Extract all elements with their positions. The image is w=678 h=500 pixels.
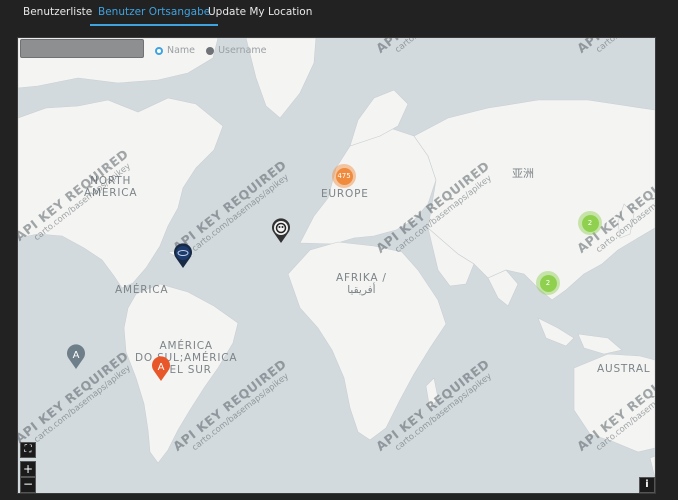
map-land: [18, 38, 655, 479]
radio-name-indicator[interactable]: [155, 46, 163, 55]
label-africa: AFRIKA / أفريقيا: [336, 272, 387, 296]
tab-benutzerliste[interactable]: Benutzerliste: [23, 0, 92, 24]
radio-username-indicator[interactable]: [206, 46, 215, 55]
marker-cluster-east-asia[interactable]: 2: [578, 211, 602, 235]
zoom-in-button[interactable]: +: [20, 461, 36, 477]
label-asia: 亚洲: [512, 167, 534, 180]
marker-cluster-southeast-asia[interactable]: 2: [536, 271, 560, 295]
user-location-pin-avatar[interactable]: [173, 243, 193, 269]
zoom-out-button[interactable]: −: [20, 477, 36, 493]
user-location-marker-letter: A: [158, 362, 165, 373]
radio-username-label: Username: [218, 45, 267, 56]
search-input[interactable]: [20, 39, 144, 58]
radio-username[interactable]: Username: [206, 45, 267, 56]
search-mode-radio-group: Name Username: [155, 45, 275, 57]
world-map[interactable]: Name Username NORTH AMERICA EUROPE 亚洲 AF…: [17, 37, 656, 494]
tab-benutzer-ortsangabe[interactable]: Benutzer Ortsangabe: [90, 0, 219, 26]
marker-cluster-europe[interactable]: 475: [332, 164, 356, 188]
user-location-marker[interactable]: A: [66, 344, 86, 370]
user-location-pin-avatar[interactable]: [271, 218, 291, 244]
label-america: AMÉRICA: [115, 284, 169, 296]
tab-update-my-location[interactable]: Update My Location: [208, 0, 312, 24]
attribution-info-button[interactable]: i: [639, 477, 655, 493]
user-location-marker[interactable]: A: [151, 356, 171, 382]
radio-name-label: Name: [167, 45, 196, 56]
label-australia: AUSTRAL: [597, 363, 651, 375]
label-europe: EUROPE: [321, 188, 369, 200]
fullscreen-button[interactable]: ⛶: [20, 442, 36, 458]
radio-name[interactable]: Name: [155, 45, 195, 56]
user-location-marker-letter: A: [73, 350, 80, 361]
marker-cluster-europe-count: 475: [335, 167, 353, 185]
marker-cluster-southeast-asia-count: 2: [539, 274, 557, 292]
tab-bar: Benutzerliste Benutzer Ortsangabe Update…: [0, 0, 678, 26]
marker-cluster-east-asia-count: 2: [581, 214, 599, 232]
